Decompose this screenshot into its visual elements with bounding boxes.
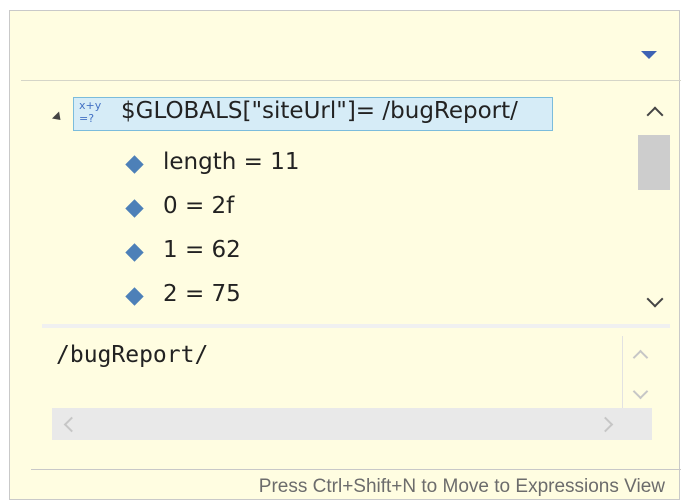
field-diamond-icon (125, 199, 144, 218)
expression-hover-popup: x+y =? $GLOBALS["siteUrl"]= /bugReport/ … (9, 10, 681, 500)
svg-text:=?: =? (79, 112, 94, 125)
popup-toolbar (21, 20, 681, 81)
tree-vertical-scrollbar[interactable] (638, 97, 670, 319)
watch-expression-icon: x+y =? (78, 99, 114, 125)
tree-root-label: $GLOBALS["siteUrl"]= /bugReport/ (121, 98, 518, 124)
scroll-left-icon[interactable] (63, 416, 80, 433)
tree-child-label: 2 = 75 (163, 281, 241, 307)
detail-value[interactable]: /bugReport/ (56, 342, 208, 368)
detail-vertical-scrollbar[interactable] (622, 336, 655, 414)
scroll-down-icon[interactable] (632, 383, 649, 400)
collapse-icon[interactable] (51, 111, 65, 124)
tree-child-label: 1 = 62 (163, 237, 241, 263)
detail-pane: /bugReport/ (42, 328, 662, 446)
status-hint: Press Ctrl+Shift+N to Move to Expression… (258, 476, 665, 497)
scroll-down-icon[interactable] (646, 290, 664, 308)
variable-tree: x+y =? $GLOBALS["siteUrl"]= /bugReport/ … (31, 85, 671, 320)
scroll-up-icon[interactable] (646, 106, 664, 124)
tree-child-label: 0 = 2f (163, 193, 235, 219)
scroll-right-icon[interactable] (597, 416, 614, 433)
detail-horizontal-scrollbar[interactable] (52, 408, 652, 440)
svg-text:x+y: x+y (79, 99, 102, 112)
field-diamond-icon (125, 155, 144, 174)
field-diamond-icon (125, 243, 144, 262)
tree-child-label: length = 11 (163, 149, 300, 175)
status-separator (31, 469, 681, 470)
scrollbar-thumb[interactable] (638, 135, 670, 190)
scroll-up-icon[interactable] (632, 349, 649, 366)
field-diamond-icon (125, 287, 144, 306)
view-menu-dropdown-icon[interactable] (641, 51, 657, 59)
